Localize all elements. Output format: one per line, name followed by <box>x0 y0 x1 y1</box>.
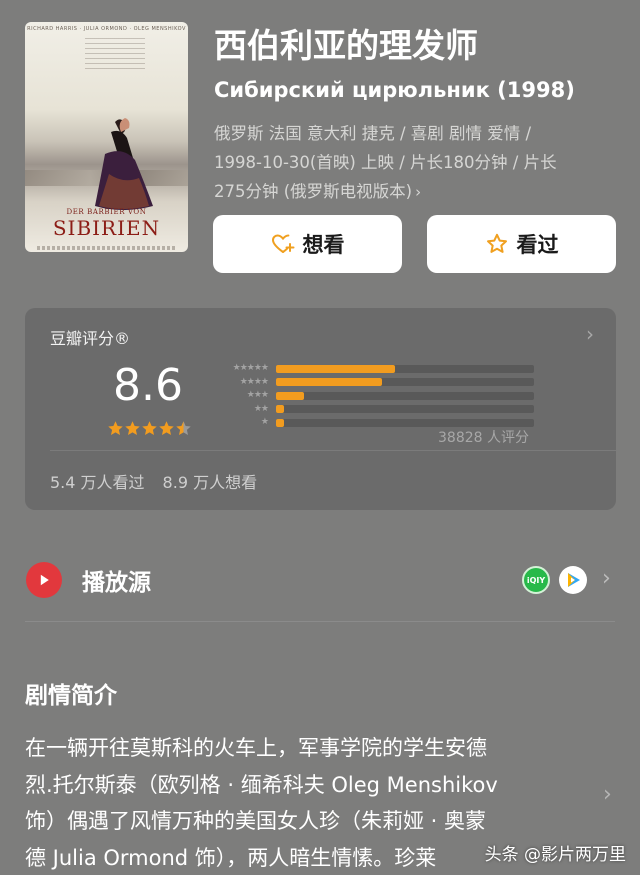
movie-meta[interactable]: 俄罗斯 法国 意大利 捷克 / 喜剧 剧情 爱情 / 1998-10-30(首映… <box>214 119 604 207</box>
meta-line: 俄罗斯 法国 意大利 捷克 / 喜剧 剧情 爱情 / <box>214 124 532 143</box>
want-to-watch-button[interactable]: 想看 <box>213 215 402 273</box>
small-star-icon: ★ <box>253 390 262 401</box>
movie-original-title: Сибирский цирюльник (1998) <box>214 78 575 102</box>
distribution-stars: ★ ★ ★ <box>210 390 269 401</box>
chevron-right-icon[interactable]: › <box>602 566 611 591</box>
small-star-icon: ★ <box>232 363 241 374</box>
distribution-bar <box>276 418 284 427</box>
iqiyi-logo-icon[interactable]: iQIY <box>522 566 550 594</box>
poster-title: SIBIRIEN <box>52 216 161 240</box>
meta-line: 1998-10-30(首映) 上映 / 片长180分钟 / 片长 <box>214 153 557 172</box>
watched-button[interactable]: 看过 <box>427 215 616 273</box>
synopsis-line: 在一辆开往莫斯科的火车上，军事学院的学生安德 <box>25 736 487 760</box>
rating-card[interactable]: 豆瓣评分® › 8.6 ★ ★ ★ ★ ★ ★ ★ ★ ★ ★ ★ ★ ★ ★ ★ 38828 人评分 5.… <box>25 308 616 510</box>
seen-count[interactable]: 5.4 万人看过 <box>50 473 145 492</box>
distribution-stars: ★ ★ <box>210 403 269 414</box>
play-source-label[interactable]: 播放源 <box>82 563 151 597</box>
star-icon <box>125 421 140 435</box>
small-star-icon: ★ <box>246 390 255 401</box>
play-triangle-icon <box>40 574 49 586</box>
synopsis-heading: 剧情简介 <box>25 683 117 709</box>
distribution-row: ★ ★ ★ ★ <box>210 376 534 390</box>
chevron-right-icon[interactable]: › <box>603 782 612 807</box>
distribution-track <box>276 405 534 414</box>
star-icon <box>142 421 157 435</box>
small-star-icon: ★ <box>260 417 269 428</box>
distribution-track <box>276 418 534 427</box>
tencent-video-logo-icon[interactable] <box>559 566 587 594</box>
movie-title: 西伯利亚的理发师 <box>214 26 478 65</box>
star-icon <box>176 421 191 435</box>
synopsis-line: 饰）偶遇了风情万种的美国女人珍（朱莉娅 · 奥蒙 <box>25 809 487 833</box>
divider <box>25 621 615 622</box>
small-star-icon: ★ <box>253 376 262 387</box>
rating-distribution: ★ ★ ★ ★ ★ ★ ★ ★ ★ ★ ★ ★ ★ ★ ★ <box>210 362 534 430</box>
distribution-bar <box>276 378 382 387</box>
poster-credits-block <box>85 38 145 72</box>
distribution-bar <box>276 364 395 373</box>
tencent-play-icon <box>568 573 580 587</box>
distribution-track <box>276 364 534 373</box>
rating-label: 豆瓣评分® <box>50 329 131 348</box>
want-to-watch-label: 想看 <box>302 233 345 257</box>
small-star-icon: ★ <box>260 376 269 387</box>
poster-dancers-image <box>95 118 153 210</box>
distribution-stars: ★ ★ ★ ★ ★ <box>210 363 269 374</box>
small-star-icon: ★ <box>253 403 262 414</box>
rating-score: 8.6 <box>113 360 183 411</box>
star-icon <box>108 421 123 435</box>
chevron-right-icon[interactable]: › <box>586 322 594 346</box>
small-star-icon: ★ <box>253 363 262 374</box>
star-icon <box>159 421 174 435</box>
rating-footer: 5.4 万人看过 8.9 万人想看 <box>50 469 257 493</box>
small-star-icon: ★ <box>260 390 269 401</box>
distribution-bar <box>276 405 284 414</box>
synopsis-line: 烈.托尔斯泰（欧列格 · 缅希科夫 Oleg Menshikov <box>25 772 498 797</box>
small-star-icon: ★ <box>239 376 248 387</box>
heart-plus-icon <box>271 234 294 253</box>
rating-count: 38828 人评分 <box>438 430 529 446</box>
watched-label: 看过 <box>516 233 559 257</box>
distribution-stars: ★ ★ ★ ★ <box>210 376 269 387</box>
small-star-icon: ★ <box>246 363 255 374</box>
want-count[interactable]: 8.9 万人想看 <box>163 473 258 492</box>
meta-line-text: 275分钟 (俄罗斯电视版本) <box>214 182 413 201</box>
small-star-icon: ★ <box>246 376 255 387</box>
star-outline-icon <box>486 233 507 253</box>
divider <box>50 450 616 451</box>
play-icon[interactable] <box>26 562 62 598</box>
poster-subtitle: DER BARBIER VON <box>66 208 147 216</box>
distribution-row: ★ ★ ★ <box>210 389 534 403</box>
poster-billing <box>37 246 177 250</box>
chevron-right-icon: › <box>415 183 422 201</box>
meta-line: 275分钟 (俄罗斯电视版本) › <box>214 177 604 207</box>
distribution-track <box>276 378 534 387</box>
poster-credits-text: RICHARD HARRIS · JULIA ORMOND · OLEG MEN… <box>27 26 186 32</box>
distribution-stars: ★ <box>210 417 269 428</box>
distribution-row: ★ ★ <box>210 403 534 417</box>
watermark: 头条 @影片两万里 <box>484 845 626 865</box>
small-star-icon: ★ <box>260 363 269 374</box>
distribution-bar <box>276 391 305 400</box>
distribution-row: ★ ★ ★ ★ ★ <box>210 362 534 376</box>
small-star-icon: ★ <box>239 363 248 374</box>
distribution-track <box>276 391 534 400</box>
small-star-icon: ★ <box>260 403 269 414</box>
movie-poster[interactable]: RICHARD HARRIS · JULIA ORMOND · OLEG MEN… <box>25 22 188 252</box>
rating-stars <box>107 420 192 437</box>
